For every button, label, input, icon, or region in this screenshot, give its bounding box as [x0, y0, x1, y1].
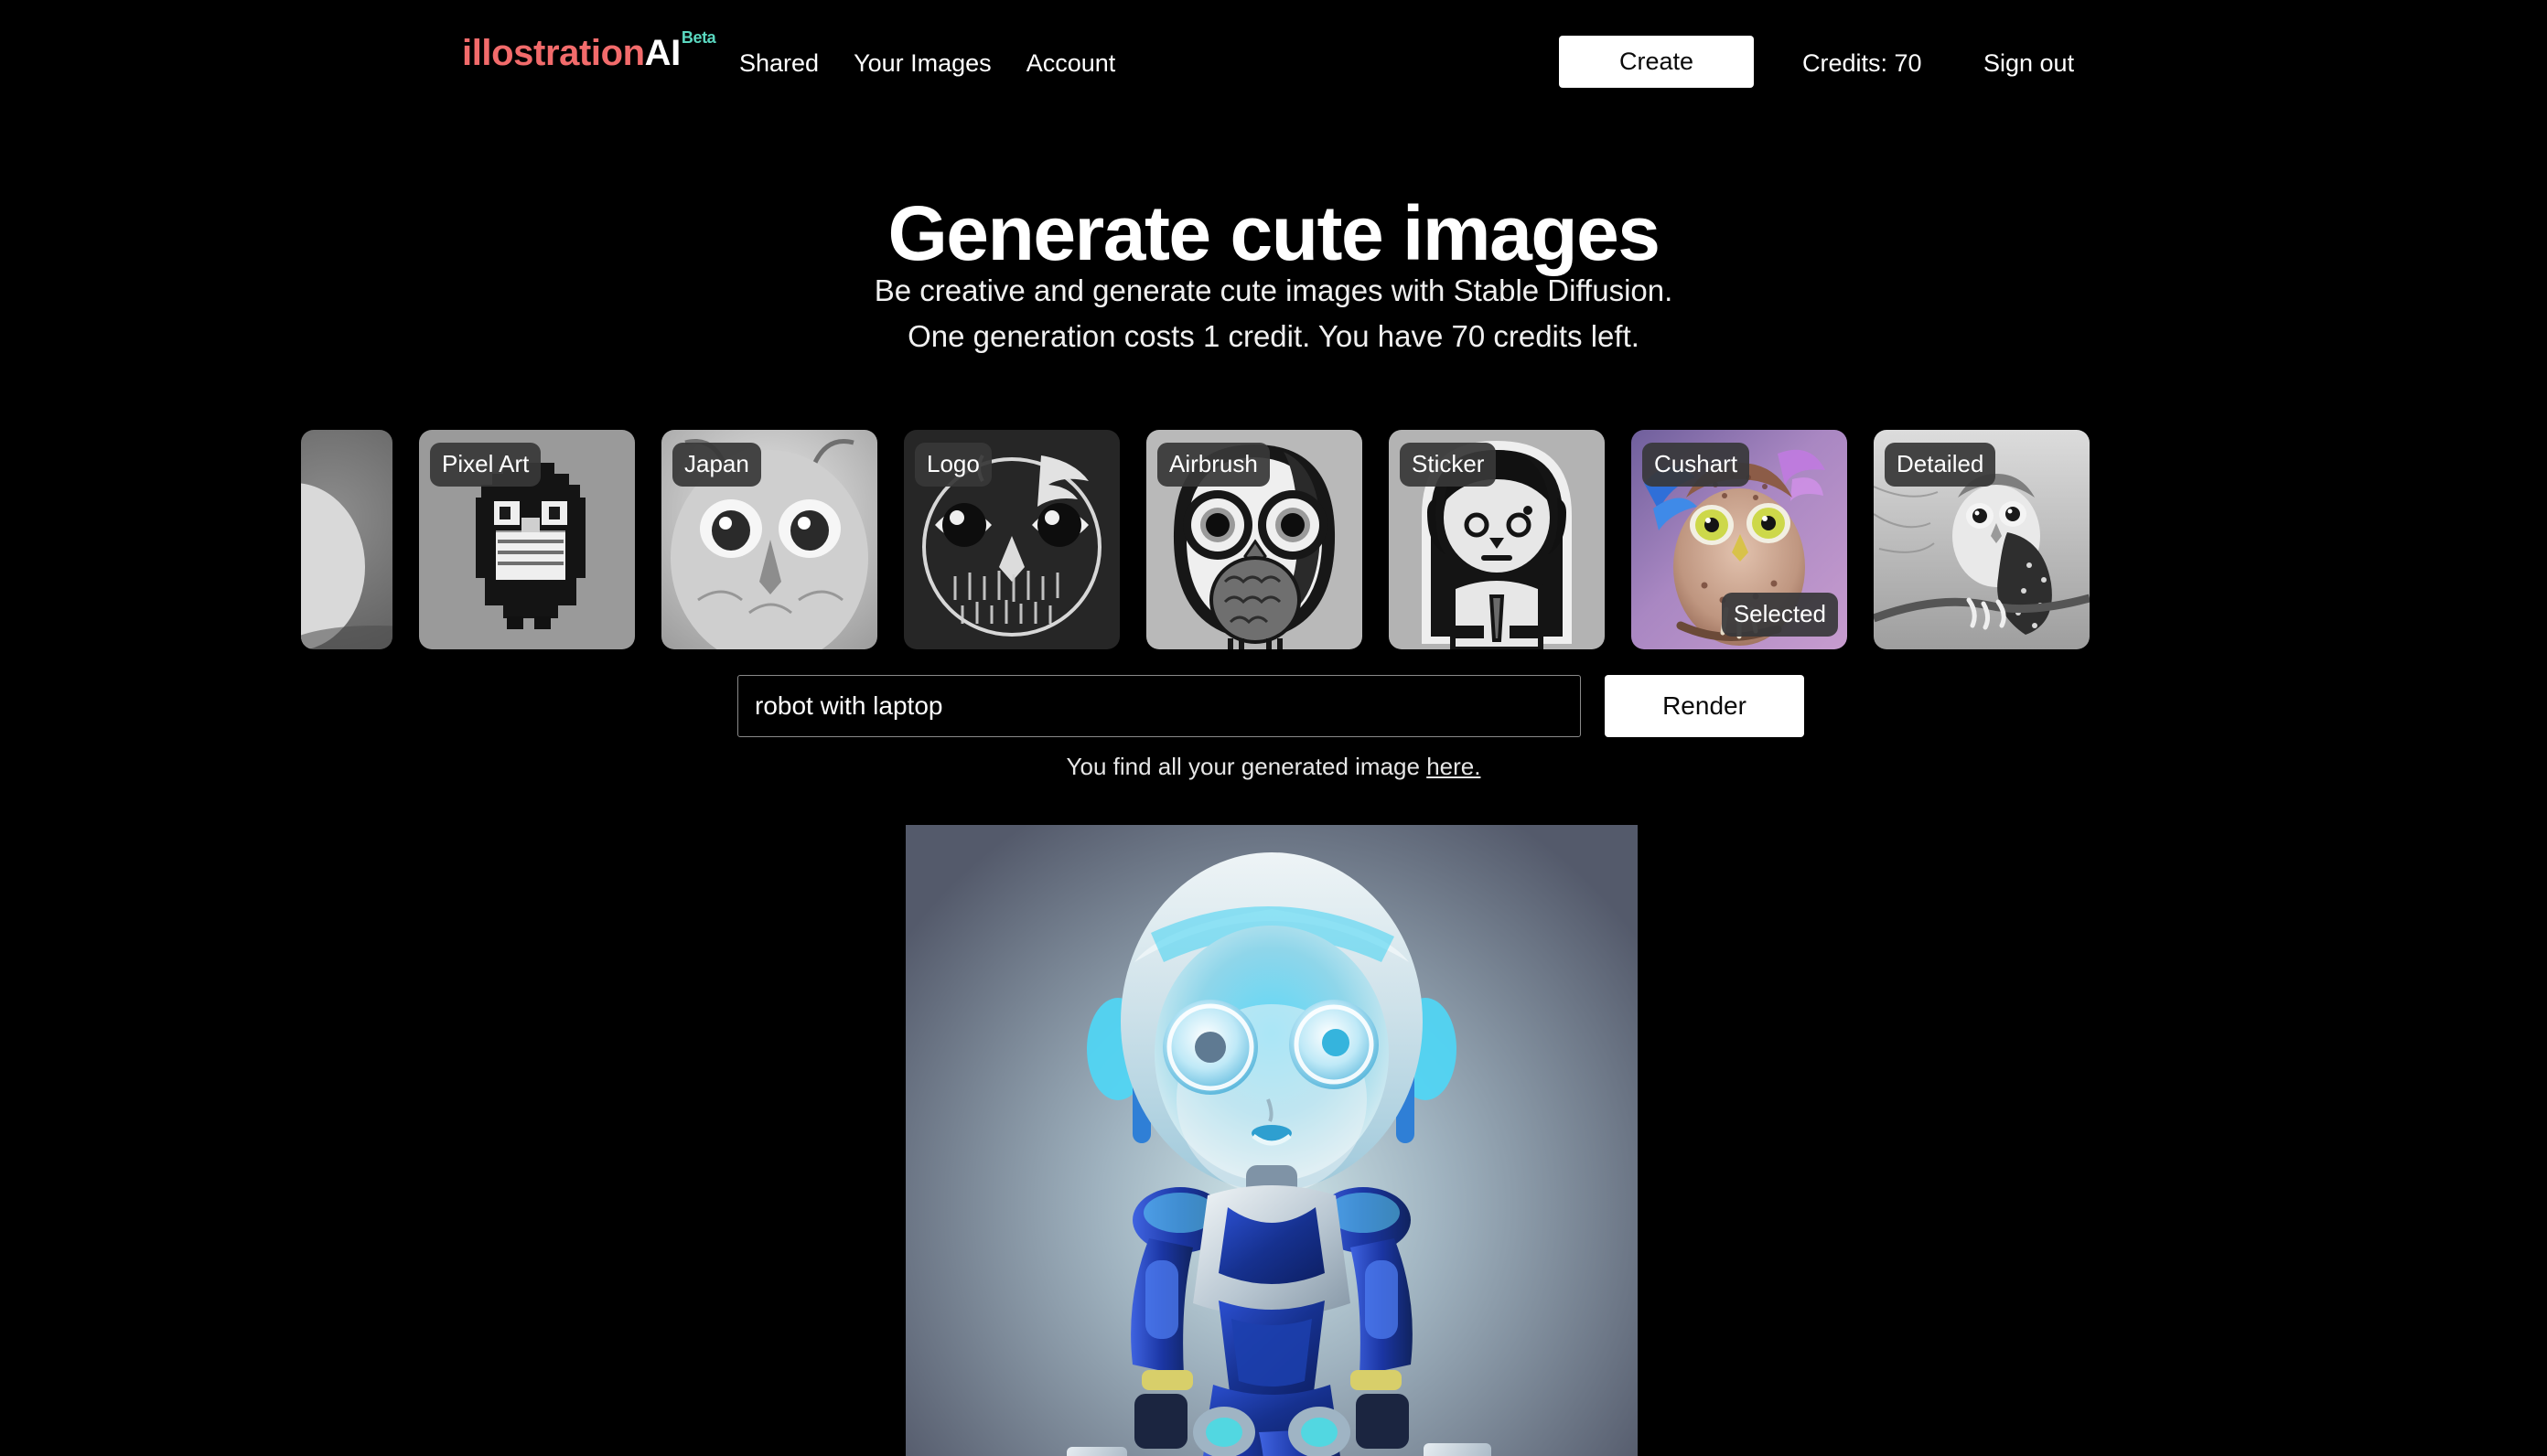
style-card-artwork — [301, 430, 392, 649]
create-button[interactable]: Create — [1559, 36, 1754, 88]
gallery-helper-text: You find all your generated image here. — [0, 755, 2547, 778]
nav-item-your-images[interactable]: Your Images — [854, 51, 992, 76]
style-card-label: Logo — [915, 443, 992, 487]
style-card-logo[interactable]: Logo — [904, 430, 1120, 649]
style-carousel-track[interactable]: Pixel Art Japan Logo Airbrush Sticker Cu… — [301, 430, 2090, 649]
logo-beta-badge: Beta — [681, 27, 716, 47]
style-card-detailed[interactable]: Detailed — [1874, 430, 2090, 649]
subtitle-line-1: Be creative and generate cute images wit… — [874, 273, 1673, 307]
page-subtitle: Be creative and generate cute images wit… — [0, 268, 2547, 359]
style-card-partial[interactable] — [301, 430, 392, 649]
main-nav: Shared Your Images Account — [739, 51, 1115, 76]
style-card-sticker[interactable]: Sticker — [1389, 430, 1605, 649]
render-button[interactable]: Render — [1605, 675, 1804, 737]
style-card-label: Detailed — [1885, 443, 1996, 487]
brand-logo[interactable]: illostrationAIBeta — [462, 29, 716, 73]
style-card-selected-badge: Selected — [1721, 593, 1838, 637]
prompt-row: Render — [737, 675, 1810, 737]
generated-image[interactable] — [906, 825, 1638, 1456]
nav-item-account[interactable]: Account — [1026, 51, 1116, 76]
style-card-label: Japan — [672, 443, 761, 487]
site-header: illostrationAIBeta Shared Your Images Ac… — [0, 0, 2547, 119]
style-card-pixel-art[interactable]: Pixel Art — [419, 430, 635, 649]
style-card-cushart[interactable]: Cushart Selected — [1631, 430, 1847, 649]
style-card-label: Cushart — [1642, 443, 1750, 487]
style-card-airbrush[interactable]: Airbrush — [1146, 430, 1362, 649]
sign-out-link[interactable]: Sign out — [1983, 51, 2074, 76]
style-carousel[interactable]: Pixel Art Japan Logo Airbrush Sticker Cu… — [0, 430, 2547, 649]
style-card-label: Airbrush — [1157, 443, 1270, 487]
logo-secondary-text: AI — [644, 33, 682, 73]
credits-display: Credits: 70 — [1802, 49, 1922, 77]
page-title: Generate cute images — [887, 190, 1660, 277]
generated-image-art — [906, 825, 1638, 1456]
style-card-label: Sticker — [1400, 443, 1497, 487]
nav-item-shared[interactable]: Shared — [739, 51, 819, 76]
prompt-input[interactable] — [737, 675, 1581, 737]
logo-primary-text: illostration — [462, 33, 645, 73]
helper-text: You find all your generated image — [1066, 753, 1427, 780]
laptop-right — [1424, 1443, 1491, 1456]
style-card-japan[interactable]: Japan — [661, 430, 877, 649]
style-card-label: Pixel Art — [430, 443, 542, 487]
subtitle-line-2: One generation costs 1 credit. You have … — [908, 319, 1639, 354]
laptop-left — [1067, 1447, 1127, 1456]
gallery-link[interactable]: here. — [1426, 753, 1480, 780]
